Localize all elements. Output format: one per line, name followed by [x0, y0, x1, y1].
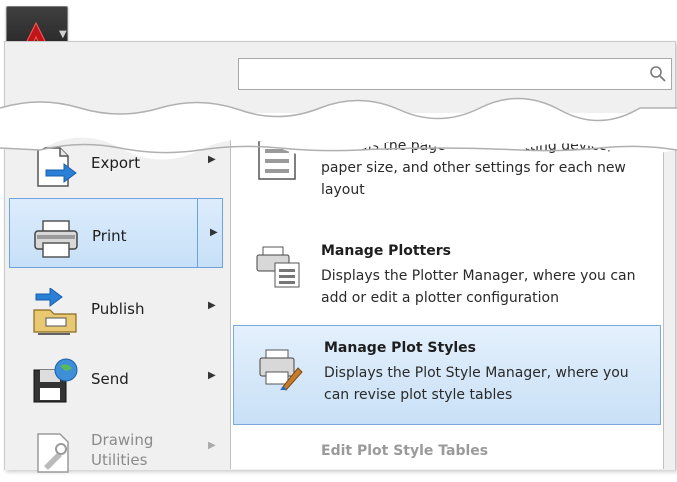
chevron-right-icon: ▶ [210, 227, 218, 238]
submenu-item-title: Edit Plot Style Tables [321, 443, 489, 459]
submenu-item-manage-plot-styles[interactable]: Manage Plot Styles Displays the Plot Sty… [233, 325, 661, 425]
chevron-right-icon: ▶ [208, 300, 216, 311]
menu-item-label: Publish [91, 300, 145, 318]
submenu-item-title: Manage Plot Styles [324, 340, 476, 356]
submenu-item-edit-plot-style-tables[interactable]: Edit Plot Style Tables [231, 429, 663, 469]
search-icon[interactable] [649, 65, 667, 83]
manage-plotters-icon [256, 246, 300, 288]
menu-item-drawing-utilities[interactable]: Drawing Utilities ▶ [4, 412, 228, 482]
send-icon [33, 358, 78, 403]
search-input[interactable] [238, 58, 672, 90]
menu-item-label: Send [91, 370, 129, 388]
publish-icon [33, 288, 77, 335]
manage-plot-styles-icon [259, 349, 303, 391]
menu-item-publish[interactable]: Publish ▶ [4, 272, 228, 342]
chevron-right-icon: ▶ [208, 440, 216, 451]
submenu-item-desc: Displays the Plotter Manager, where you … [321, 268, 636, 306]
chevron-down-icon: ▼ [59, 29, 67, 40]
print-icon [34, 220, 78, 258]
menu-item-print[interactable]: Print ▶ [9, 198, 223, 268]
submenu-item-manage-plotters[interactable]: Manage Plotters Displays the Plotter Man… [231, 229, 663, 319]
menu-item-send[interactable]: Send ▶ [4, 342, 228, 412]
menu-item-label: Drawing Utilities [91, 431, 154, 469]
torn-edge-divider [0, 97, 677, 160]
submenu-item-desc: Displays the Plot Style Manager, where y… [324, 365, 629, 403]
chevron-right-icon: ▶ [208, 370, 216, 381]
submenu-item-title: Manage Plotters [321, 243, 451, 259]
menu-item-label: Print [92, 227, 127, 245]
